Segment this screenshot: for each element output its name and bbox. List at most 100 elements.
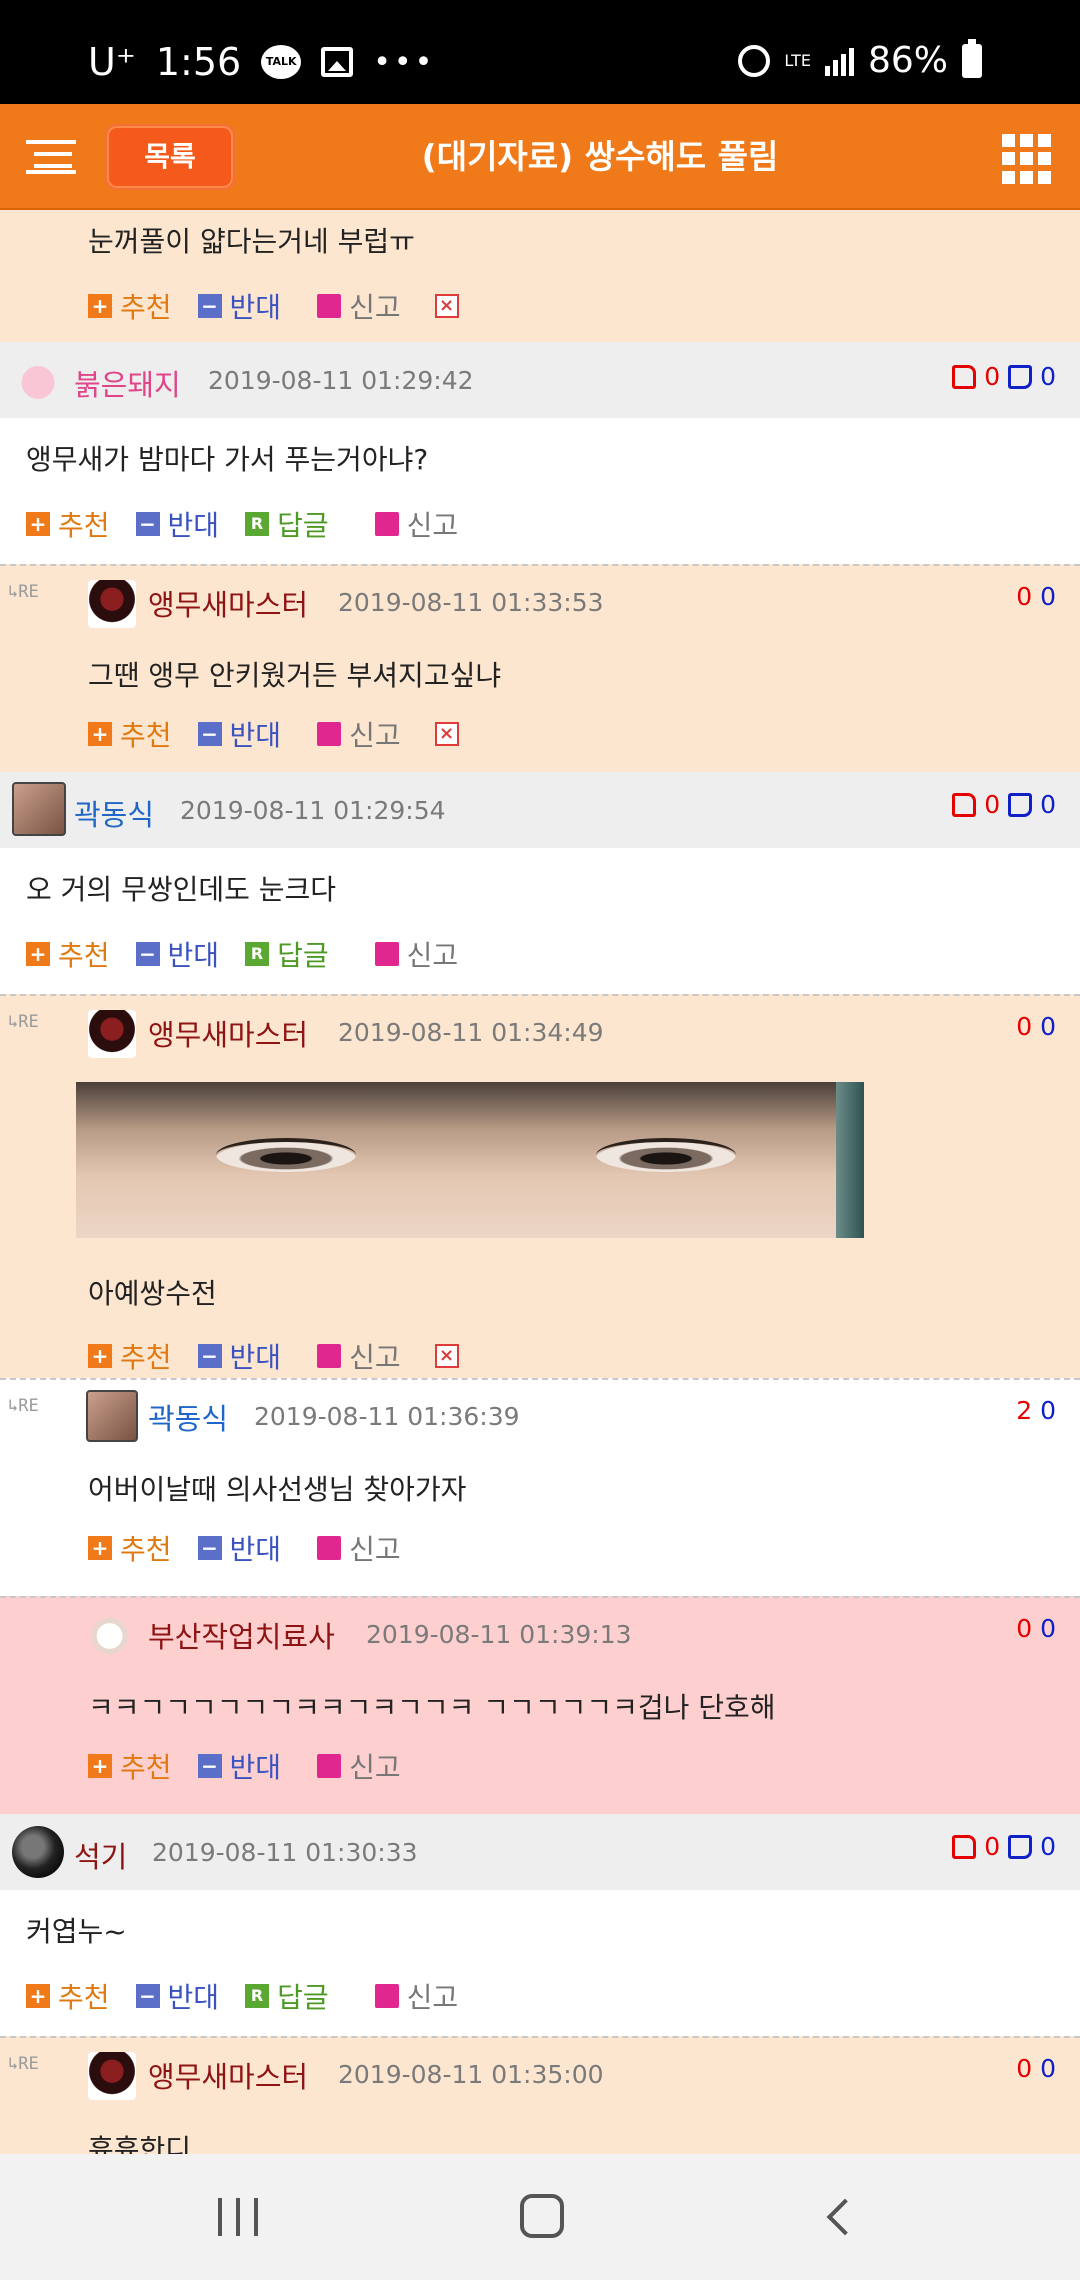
comment-author[interactable]: 붉은돼지 [74, 362, 181, 404]
comment-date: 2019-08-11 01:39:13 [366, 1620, 632, 1649]
oppose-button[interactable]: − 반대 [197, 1336, 281, 1376]
battery-icon [962, 38, 982, 78]
recommend-button[interactable]: + 추천 [26, 1976, 110, 2016]
reply-arrow-icon: ↳RE [8, 582, 39, 602]
avatar [88, 1010, 136, 1058]
delete-button[interactable]: × [434, 294, 467, 318]
recommend-button[interactable]: + 추천 [26, 934, 110, 974]
reply-icon: R [245, 942, 270, 966]
oppose-button[interactable]: − 반대 [135, 1976, 219, 2016]
status-bar: U⁺ 1:56 TALK ••• LTE 86% [0, 0, 1080, 104]
oppose-button[interactable]: − 반대 [197, 1746, 281, 1786]
avatar [88, 1612, 136, 1660]
vote-counts: 0 0 [952, 1832, 1056, 1861]
list-button[interactable]: 목록 [105, 124, 235, 190]
comment-reply: 눈꺼풀이 얇다는거네 부럽ㅠ + 추천 − 반대 신고 × [0, 210, 1080, 342]
comment-author[interactable]: 부산작업치료사 [148, 1614, 335, 1656]
comment-date: 2019-08-11 01:30:33 [152, 1838, 418, 1867]
menu-icon[interactable] [26, 140, 76, 174]
reply-icon: R [245, 512, 270, 536]
comment-author[interactable]: 곽동식 [148, 1396, 228, 1438]
siren-icon [317, 722, 342, 746]
avatar [12, 782, 66, 836]
minus-icon: − [197, 1344, 222, 1368]
network-type: LTE [784, 50, 811, 70]
reply-button[interactable]: R 답글 [245, 934, 329, 974]
recommend-button[interactable]: + 추천 [88, 1528, 172, 1568]
close-icon: × [434, 294, 459, 318]
reply-button[interactable]: R 답글 [245, 1976, 329, 2016]
report-button[interactable]: 신고 [374, 934, 458, 974]
siren-icon [317, 1536, 342, 1560]
avatar [86, 1390, 138, 1442]
thumbs-down-icon [1008, 1835, 1033, 1859]
oppose-button[interactable]: − 반대 [135, 934, 219, 974]
battery-percent: 86% [867, 40, 948, 81]
page-title: (대기자료) 쌍수해도 풀림 [421, 137, 779, 176]
avatar [88, 2052, 136, 2100]
oppose-button[interactable]: − 반대 [197, 714, 281, 754]
comment-text: 눈꺼풀이 얇다는거네 부럽ㅠ [88, 225, 415, 258]
report-button[interactable]: 신고 [317, 1528, 401, 1568]
comment-text: 앵무새가 밤마다 가서 푸는거아냐? [26, 443, 429, 476]
recent-apps-icon[interactable] [218, 2198, 262, 2236]
comment-text: 흌흌한디 [88, 2133, 192, 2154]
minus-icon: − [197, 1536, 222, 1560]
comment-reply: ↳RE 곽동식 2019-08-11 01:36:39 2 0 어버이날때 의사… [0, 1378, 1080, 1596]
comment-author[interactable]: 석기 [74, 1834, 127, 1876]
delete-button[interactable]: × [434, 722, 467, 746]
plus-icon: + [26, 1984, 50, 2008]
apps-grid-icon[interactable] [1002, 134, 1052, 184]
comment-header: 붉은돼지 2019-08-11 01:29:42 0 0 [0, 342, 1080, 418]
report-button[interactable]: 신고 [374, 1976, 458, 2016]
close-icon: × [434, 1344, 459, 1368]
avatar [12, 1826, 64, 1878]
comment-date: 2019-08-11 01:34:49 [338, 1018, 604, 1047]
minus-icon: − [135, 1984, 160, 2008]
comment-author[interactable]: 곽동식 [74, 792, 154, 834]
thumbs-down-icon [1008, 365, 1033, 389]
attached-photo[interactable] [76, 1082, 864, 1238]
recommend-button[interactable]: + 추천 [88, 1746, 172, 1786]
home-icon[interactable] [520, 2194, 564, 2238]
report-button[interactable]: 신고 [317, 1746, 401, 1786]
comment-date: 2019-08-11 01:36:39 [254, 1402, 520, 1431]
report-button[interactable]: 신고 [317, 714, 401, 754]
siren-icon [374, 512, 399, 536]
comment-text: 오 거의 무쌍인데도 눈크다 [26, 873, 337, 906]
report-button[interactable]: 신고 [374, 504, 458, 544]
comment-date: 2019-08-11 01:29:42 [208, 366, 474, 395]
plus-icon: + [26, 942, 50, 966]
vote-counts: 0 0 [1016, 582, 1056, 611]
comment-author[interactable]: 앵무새마스터 [148, 2054, 308, 2096]
comment-date: 2019-08-11 01:29:54 [180, 796, 446, 825]
vote-counts: 0 0 [952, 790, 1056, 819]
reply-button[interactable]: R 답글 [245, 504, 329, 544]
comment-date: 2019-08-11 01:33:53 [338, 588, 604, 617]
oppose-button[interactable]: − 반대 [135, 504, 219, 544]
back-icon[interactable] [826, 2198, 864, 2236]
carrier-label: U⁺ [88, 40, 136, 84]
delete-button[interactable]: × [434, 1344, 467, 1368]
more-notifications-icon: ••• [373, 44, 436, 80]
plus-icon: + [26, 512, 50, 536]
thumbs-down-icon [1008, 793, 1033, 817]
plus-icon: + [88, 1754, 112, 1778]
reply-arrow-icon: ↳RE [8, 1012, 39, 1032]
comment-text: 커엽누~ [26, 1915, 127, 1948]
comment-author[interactable]: 앵무새마스터 [148, 582, 308, 624]
report-button[interactable]: 신고 [317, 1336, 401, 1376]
recommend-button[interactable]: + 추천 [88, 714, 172, 754]
recommend-button[interactable]: + 추천 [26, 504, 110, 544]
report-button[interactable]: 신고 [317, 286, 401, 326]
recommend-button[interactable]: + 추천 [88, 286, 172, 326]
minus-icon: − [197, 294, 222, 318]
oppose-button[interactable]: − 반대 [197, 286, 281, 326]
vote-counts: 0 0 [952, 362, 1056, 391]
oppose-button[interactable]: − 반대 [197, 1528, 281, 1568]
reply-icon: R [245, 1984, 270, 2008]
siren-icon [317, 1344, 342, 1368]
comment-author[interactable]: 앵무새마스터 [148, 1012, 308, 1054]
comment-text: 그땐 앵무 안키웠거든 부셔지고싶냐 [88, 659, 502, 692]
recommend-button[interactable]: + 추천 [88, 1336, 172, 1376]
